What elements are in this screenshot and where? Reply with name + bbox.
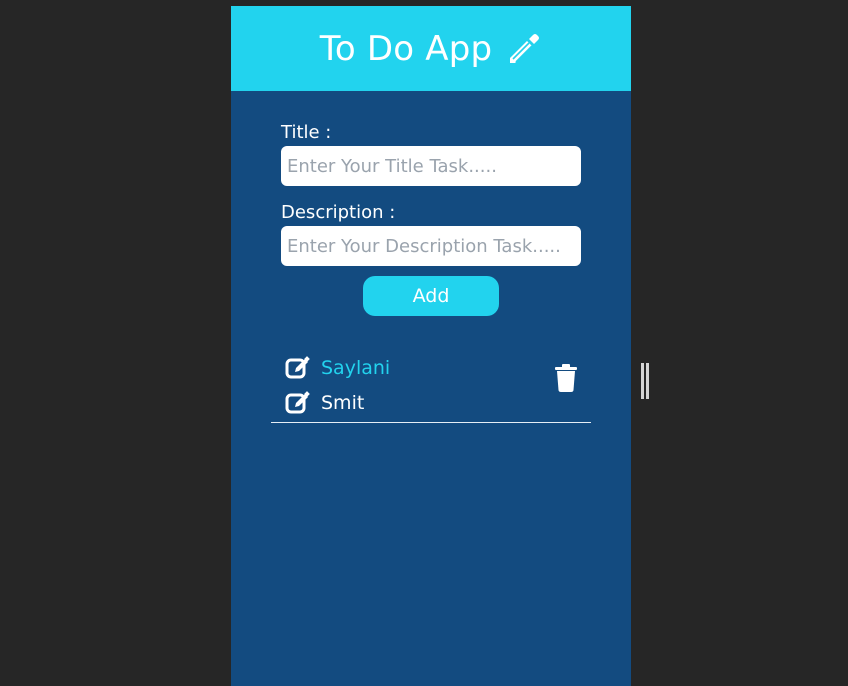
title-label: Title : [281, 122, 332, 143]
todo-title-row: Saylani [285, 355, 390, 381]
trash-icon[interactable] [554, 364, 578, 392]
todo-description-row: Smit [285, 390, 364, 416]
resize-handle-line [641, 363, 644, 399]
add-button[interactable]: Add [363, 276, 499, 316]
resize-handle[interactable] [641, 363, 649, 399]
app-header: To Do App [231, 6, 631, 91]
title-input[interactable] [281, 146, 581, 186]
resize-handle-line [646, 363, 649, 399]
pencil-icon [510, 33, 540, 63]
description-input[interactable] [281, 226, 581, 266]
edit-icon[interactable] [285, 390, 311, 416]
description-label: Description : [281, 202, 396, 223]
todo-title: Saylani [321, 357, 391, 379]
todo-item: Saylani Smit [271, 346, 591, 423]
edit-icon[interactable] [285, 355, 311, 381]
app-title: To Do App [319, 28, 493, 69]
todo-app: To Do App Title : Description : Add Sayl… [231, 6, 631, 686]
todo-description: Smit [321, 392, 365, 414]
